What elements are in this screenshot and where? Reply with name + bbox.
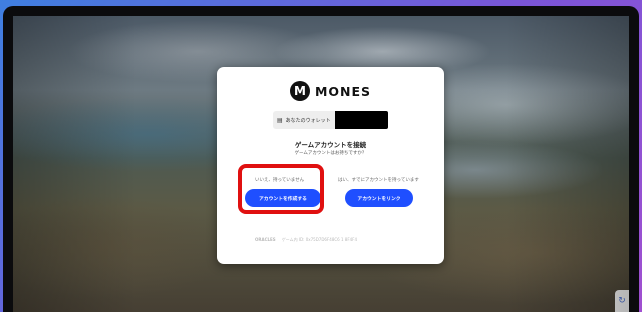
oracles-logo: ORACLES bbox=[255, 236, 276, 242]
wallet-icon: ▤ bbox=[277, 116, 283, 124]
brand-name: MONES bbox=[314, 83, 372, 99]
brand-logo: M MONES bbox=[217, 81, 444, 101]
mones-logo-icon: M bbox=[289, 81, 310, 101]
recaptcha-icon[interactable]: ↻ bbox=[615, 290, 629, 312]
wallet-label-chip: ▤ あなたのウォレット bbox=[273, 111, 335, 129]
wallet-address-row: ▤ あなたのウォレット bbox=[273, 111, 388, 129]
dialog-title: ゲームアカウントを接続 bbox=[294, 141, 367, 149]
footer-game-id: ゲーム内 ID: 0x75D7D6F48C6 1 8F4F4 bbox=[281, 237, 358, 242]
link-option-question: はい、すでにアカウントを持っています bbox=[338, 178, 419, 183]
connect-account-dialog: M MONES ▤ あなたのウォレット ゲームアカウントを接続 ゲームアカウント… bbox=[217, 67, 444, 264]
link-account-button[interactable]: アカウントをリンク bbox=[345, 189, 413, 207]
dialog-subtitle: ゲームアカウントはお持ちですか？ bbox=[294, 151, 367, 156]
wallet-address-redacted bbox=[334, 111, 388, 129]
wallet-label: あなたのウォレット bbox=[285, 117, 331, 124]
highlight-annotation bbox=[238, 164, 324, 214]
dialog-footer: ORACLES ゲーム内 ID: 0x75D7D6F48C6 1 8F4F4 bbox=[255, 237, 357, 243]
